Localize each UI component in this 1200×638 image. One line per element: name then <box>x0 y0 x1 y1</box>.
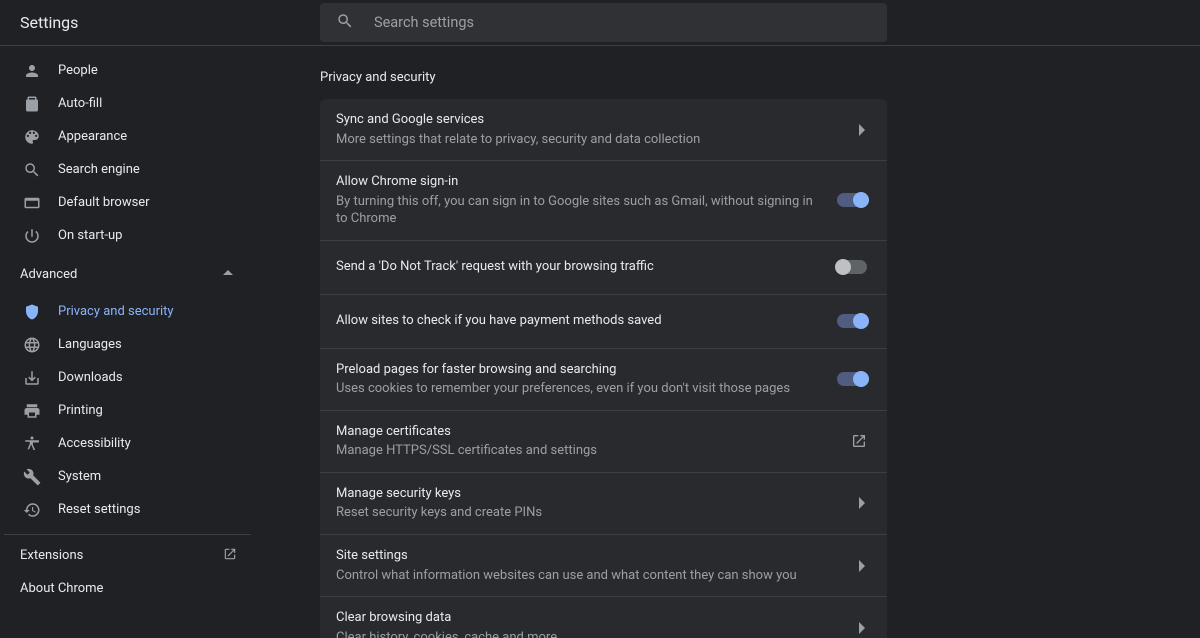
sidebar-item-search-engine[interactable]: Search engine <box>0 153 255 186</box>
external-link-icon <box>851 433 867 449</box>
wrench-icon <box>22 467 42 487</box>
row-title: Sync and Google services <box>336 111 843 129</box>
sidebar-item-label: Privacy and security <box>58 304 174 319</box>
shield-icon <box>22 302 42 322</box>
row-title: Clear browsing data <box>336 609 843 627</box>
sidebar-item-label: Downloads <box>58 370 123 385</box>
sidebar-item-people[interactable]: People <box>0 54 255 87</box>
row-title: Manage certificates <box>336 423 835 441</box>
row-subtitle: Clear history, cookies, cache and more <box>336 629 843 638</box>
clipboard-icon <box>22 94 42 114</box>
toggle-switch[interactable] <box>837 372 867 386</box>
row-title: Site settings <box>336 547 843 565</box>
privacy-card: Sync and Google services More settings th… <box>320 99 887 638</box>
row-title: Manage security keys <box>336 485 843 503</box>
sidebar-item-label: Default browser <box>58 195 150 210</box>
accessibility-icon <box>22 434 42 454</box>
sidebar-item-system[interactable]: System <box>0 460 255 493</box>
sidebar-item-default-browser[interactable]: Default browser <box>0 186 255 219</box>
sidebar-item-on-start-up[interactable]: On start-up <box>0 219 255 252</box>
print-icon <box>22 401 42 421</box>
palette-icon <box>22 127 42 147</box>
settings-row[interactable]: Manage security keysReset security keys … <box>320 473 887 535</box>
sidebar-item-downloads[interactable]: Downloads <box>0 361 255 394</box>
chevron-right-icon <box>859 497 867 509</box>
about-link[interactable]: About Chrome <box>20 572 255 605</box>
chevron-right-icon <box>859 124 867 136</box>
settings-row[interactable]: Allow sites to check if you have payment… <box>320 295 887 349</box>
row-subtitle: More settings that relate to privacy, se… <box>336 131 843 149</box>
row-subtitle: Reset security keys and create PINs <box>336 504 843 522</box>
sidebar-item-auto-fill[interactable]: Auto-fill <box>0 87 255 120</box>
extensions-label: Extensions <box>20 548 83 563</box>
row-subtitle: Control what information websites can us… <box>336 567 843 585</box>
chevron-right-icon <box>859 622 867 634</box>
row-title: Preload pages for faster browsing and se… <box>336 361 821 379</box>
sidebar-item-label: Search engine <box>58 162 140 177</box>
row-title: Allow Chrome sign-in <box>336 173 821 191</box>
divider <box>4 534 251 535</box>
extensions-link[interactable]: Extensions <box>20 539 255 572</box>
settings-row[interactable]: Preload pages for faster browsing and se… <box>320 349 887 411</box>
globe-icon <box>22 335 42 355</box>
toggle-switch[interactable] <box>837 314 867 328</box>
chevron-right-icon <box>859 560 867 572</box>
advanced-toggle[interactable]: Advanced <box>0 258 255 291</box>
sidebar-item-label: Accessibility <box>58 436 131 451</box>
row-title: Allow sites to check if you have payment… <box>336 312 821 330</box>
sidebar-item-printing[interactable]: Printing <box>0 394 255 427</box>
settings-row[interactable]: Sync and Google services More settings th… <box>320 99 887 161</box>
row-subtitle: By turning this off, you can sign in to … <box>336 193 821 228</box>
sidebar-item-appearance[interactable]: Appearance <box>0 120 255 153</box>
external-link-icon <box>223 547 237 565</box>
about-label: About Chrome <box>20 581 103 596</box>
sidebar-item-label: Auto-fill <box>58 96 102 111</box>
sidebar-item-label: Languages <box>58 337 122 352</box>
sidebar: People Auto-fill Appearance Search engine De… <box>0 46 255 638</box>
toggle-switch[interactable] <box>837 193 867 207</box>
section-title-privacy: Privacy and security <box>320 70 887 85</box>
search-input[interactable] <box>374 14 871 31</box>
page-title: Settings <box>20 13 78 32</box>
settings-row[interactable]: Manage certificatesManage HTTPS/SSL cert… <box>320 411 887 473</box>
chevron-up-icon <box>223 267 233 282</box>
sidebar-item-label: On start-up <box>58 228 122 243</box>
restore-icon <box>22 500 42 520</box>
sidebar-item-label: System <box>58 469 101 484</box>
sidebar-item-label: Reset settings <box>58 502 140 517</box>
search-icon <box>22 160 42 180</box>
search-icon <box>336 12 354 34</box>
sidebar-item-label: Printing <box>58 403 103 418</box>
main-content: Privacy and security Sync and Google ser… <box>255 46 1200 638</box>
browser-icon <box>22 193 42 213</box>
sidebar-item-label: Appearance <box>58 129 127 144</box>
sidebar-item-languages[interactable]: Languages <box>0 328 255 361</box>
settings-row[interactable]: Clear browsing data Clear history, cookie… <box>320 597 887 638</box>
advanced-label: Advanced <box>20 267 77 282</box>
sidebar-item-accessibility[interactable]: Accessibility <box>0 427 255 460</box>
person-icon <box>22 61 42 81</box>
header: Settings <box>0 0 1200 46</box>
toggle-switch[interactable] <box>837 260 867 274</box>
power-icon <box>22 226 42 246</box>
settings-row[interactable]: Allow Chrome sign-in By turning this off,… <box>320 161 887 241</box>
row-title: Send a 'Do Not Track' request with your … <box>336 258 821 276</box>
sidebar-item-reset-settings[interactable]: Reset settings <box>0 493 255 526</box>
search-container[interactable] <box>320 3 887 42</box>
download-icon <box>22 368 42 388</box>
settings-row[interactable]: Send a 'Do Not Track' request with your … <box>320 241 887 295</box>
sidebar-item-privacy-and-security[interactable]: Privacy and security <box>0 295 255 328</box>
row-subtitle: Manage HTTPS/SSL certificates and settin… <box>336 442 835 460</box>
row-subtitle: Uses cookies to remember your preference… <box>336 380 821 398</box>
sidebar-item-label: People <box>58 63 98 78</box>
settings-row[interactable]: Site settings Control what information we… <box>320 535 887 597</box>
